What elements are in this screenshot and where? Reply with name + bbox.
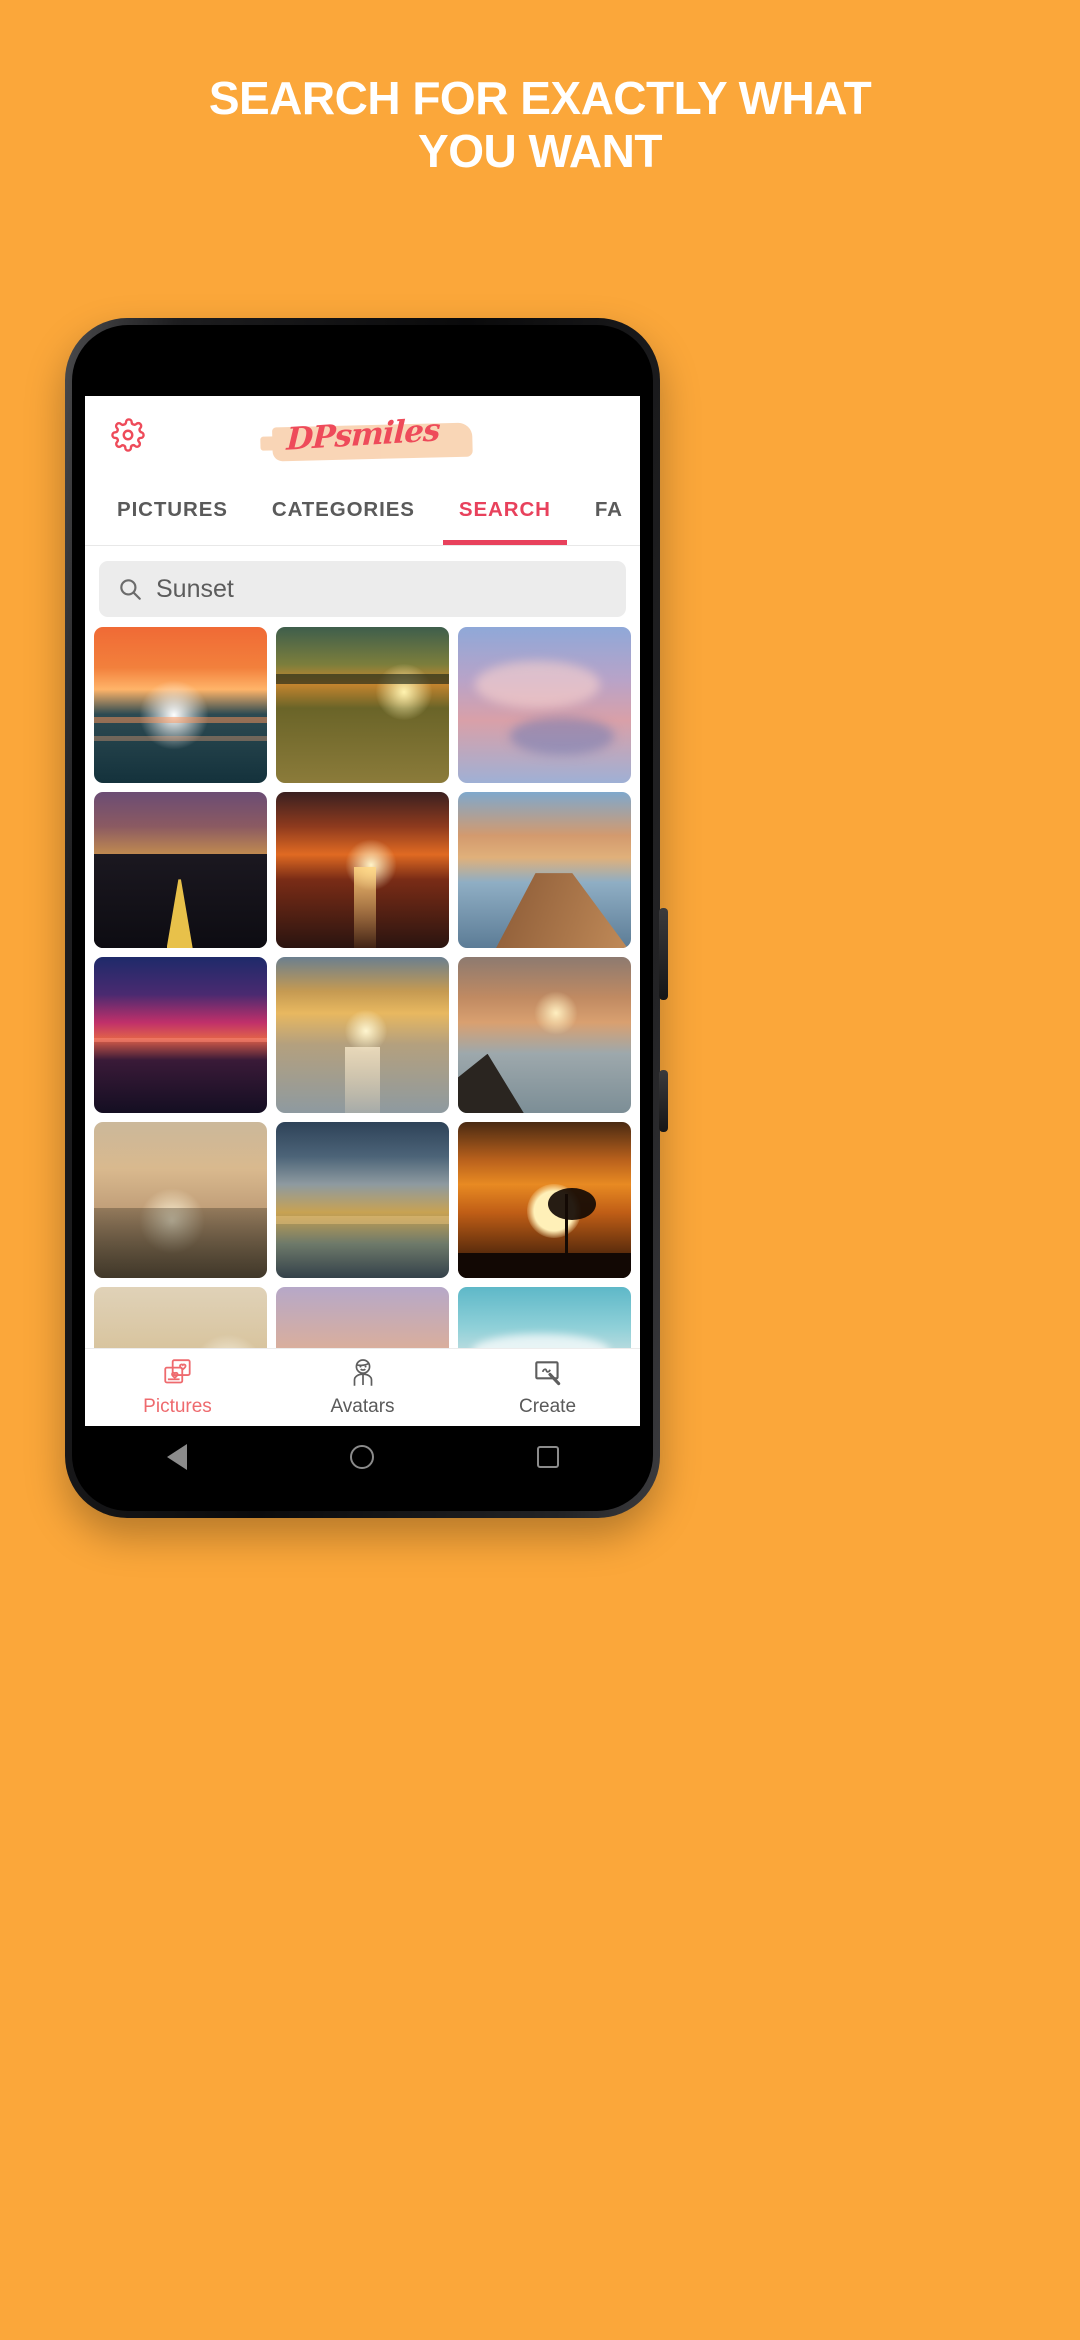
bottom-nav-pictures-label: Pictures bbox=[143, 1396, 212, 1417]
canvas-brush-icon bbox=[534, 1361, 560, 1386]
search-zone: Sunset bbox=[85, 546, 640, 627]
gallery-item[interactable] bbox=[94, 957, 267, 1113]
image-grid bbox=[85, 627, 640, 1348]
bottom-nav-create-label: Create bbox=[518, 1396, 577, 1417]
search-input[interactable]: Sunset bbox=[99, 561, 626, 617]
gallery-item[interactable] bbox=[94, 627, 267, 783]
bottom-nav-avatars-label: Avatars bbox=[330, 1396, 395, 1417]
bottom-nav-avatars[interactable]: Avatars bbox=[270, 1357, 455, 1418]
gallery-item[interactable] bbox=[276, 1122, 449, 1278]
app-header: DPsmiles bbox=[85, 396, 640, 474]
tab-search[interactable]: SEARCH bbox=[437, 474, 573, 545]
gear-icon[interactable] bbox=[111, 418, 145, 452]
promo-headline-line1: SEARCH FOR EXACTLY WHAT bbox=[208, 72, 872, 124]
app-screen: DPsmiles PICTURES CATEGORIES SEARCH FA S… bbox=[85, 396, 640, 1426]
gallery-item[interactable] bbox=[458, 957, 631, 1113]
gallery-item[interactable] bbox=[94, 1122, 267, 1278]
search-input-value: Sunset bbox=[156, 574, 234, 603]
gallery-item[interactable] bbox=[94, 1287, 267, 1348]
gallery-item[interactable] bbox=[276, 792, 449, 948]
gallery-item[interactable] bbox=[276, 1287, 449, 1348]
app-logo: DPsmiles bbox=[271, 412, 473, 462]
person-avatar-icon bbox=[353, 1359, 372, 1386]
back-triangle-icon[interactable] bbox=[166, 1444, 187, 1470]
gallery-item[interactable] bbox=[458, 627, 631, 783]
power-button[interactable] bbox=[659, 1070, 668, 1132]
promo-headline-line2: YOU WANT bbox=[418, 125, 662, 178]
bottom-nav-create[interactable]: Create bbox=[455, 1357, 640, 1418]
tab-bar: PICTURES CATEGORIES SEARCH FA bbox=[85, 474, 640, 546]
volume-button[interactable] bbox=[659, 908, 668, 1000]
gallery-item[interactable] bbox=[276, 957, 449, 1113]
gallery-item[interactable] bbox=[276, 627, 449, 783]
gallery-item[interactable] bbox=[458, 1122, 631, 1278]
search-icon bbox=[120, 579, 141, 600]
bottom-nav-pictures[interactable]: Pictures bbox=[85, 1357, 270, 1418]
tab-favorites[interactable]: FA bbox=[573, 474, 640, 545]
gallery-item[interactable] bbox=[458, 792, 631, 948]
tab-pictures[interactable]: PICTURES bbox=[95, 474, 250, 545]
promo-headline: SEARCH FOR EXACTLY WHAT YOU WANT bbox=[0, 72, 1080, 179]
bottom-navigation: Pictures Avatars Create bbox=[85, 1348, 640, 1426]
gallery-item[interactable] bbox=[94, 792, 267, 948]
android-system-nav bbox=[85, 1426, 640, 1488]
tab-categories[interactable]: CATEGORIES bbox=[250, 474, 437, 545]
home-circle-icon[interactable] bbox=[349, 1445, 374, 1469]
recents-square-icon[interactable] bbox=[536, 1446, 559, 1468]
photo-frames-heart-icon bbox=[163, 1359, 191, 1384]
gallery-item[interactable] bbox=[458, 1287, 631, 1348]
